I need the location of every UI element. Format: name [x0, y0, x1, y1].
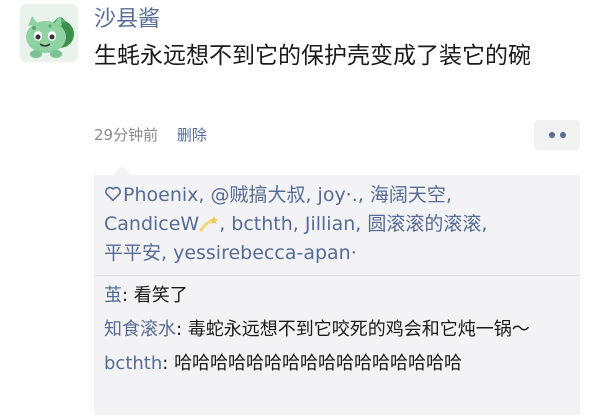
- comment-separator: :: [162, 353, 175, 374]
- comments-list: 茧: 看笑了 知食滚水: 毒蛇永远想不到它咬死的鸡会和它炖一锅～ bcthth:…: [94, 276, 580, 378]
- like-names[interactable]: , bcthth, Jillian, 圆滚滚的滚滚,: [219, 213, 487, 235]
- more-dot-icon: [559, 132, 566, 138]
- comment-item[interactable]: 知食滚水: 毒蛇永远想不到它咬死的鸡会和它炖一锅～: [104, 316, 570, 344]
- comment-separator: :: [122, 285, 134, 306]
- comment-separator: :: [176, 319, 188, 340]
- shooting-star-emoji-icon: [199, 216, 219, 232]
- more-actions-button[interactable]: [534, 120, 580, 150]
- likes-line: Phoenix, @贼搞大叔, joy·., 海阔天空,: [104, 181, 570, 210]
- comment-text: 哈哈哈哈哈哈哈哈哈哈哈哈哈哈哈哈: [174, 353, 463, 374]
- more-dot-icon: [548, 132, 555, 138]
- comment-author[interactable]: bcthth: [104, 353, 162, 374]
- bulbasaur-avatar-icon: [20, 4, 78, 62]
- delete-link[interactable]: 删除: [177, 126, 207, 144]
- comment-item[interactable]: 茧: 看笑了: [104, 282, 570, 310]
- comment-author[interactable]: 知食滚水: [104, 319, 176, 340]
- comment-author[interactable]: 茧: [104, 285, 122, 306]
- interaction-panel: Phoenix, @贼搞大叔, joy·., 海阔天空, CandiceW , …: [94, 175, 580, 415]
- post-meta: 29分钟前 删除: [94, 122, 207, 148]
- likes-line: 平平安, yessirebecca-apan·: [104, 239, 570, 268]
- likes-list: Phoenix, @贼搞大叔, joy·., 海阔天空, CandiceW , …: [94, 175, 580, 275]
- post-text: 生蚝永远想不到它的保护壳变成了装它的碗: [94, 43, 531, 69]
- heart-icon: [105, 186, 121, 202]
- like-name[interactable]: CandiceW: [104, 213, 199, 235]
- post-author-name[interactable]: 沙县酱: [94, 4, 160, 36]
- likes-line: CandiceW , bcthth, Jillian, 圆滚滚的滚滚,: [104, 210, 570, 239]
- avatar[interactable]: [20, 4, 78, 62]
- like-names[interactable]: Phoenix, @贼搞大叔, joy·., 海阔天空,: [123, 184, 452, 206]
- comment-item[interactable]: bcthth: 哈哈哈哈哈哈哈哈哈哈哈哈哈哈哈哈: [104, 350, 570, 378]
- like-names[interactable]: 平平安, yessirebecca-apan·: [104, 242, 357, 264]
- comment-text: 看笑了: [133, 285, 188, 306]
- post-timestamp: 29分钟前: [94, 126, 159, 144]
- comment-text: 毒蛇永远想不到它咬死的鸡会和它炖一锅～: [187, 319, 530, 340]
